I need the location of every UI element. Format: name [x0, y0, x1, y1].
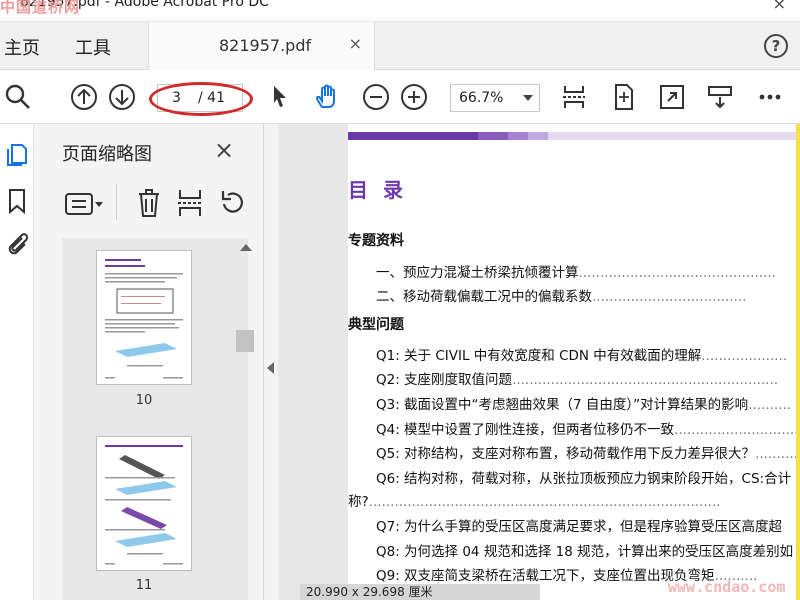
toc-section-heading: 专题资料 [348, 233, 404, 249]
toc-entry-text: Q6: 结构对称，荷载对称，从张拉顶板预应力钢束阶段开始，CS:合计 [376, 471, 792, 487]
document-viewer[interactable]: 目 录 专题资料 一、预应力混凝土桥梁抗倾覆计算................… [278, 124, 800, 600]
toc-entry[interactable]: Q7: 为什么手算的受压区高度满足要求，但是程序验算受压区高度超 [376, 515, 782, 535]
toc-title: 目 录 [348, 178, 407, 202]
chevron-down-icon [523, 95, 533, 101]
main-toolbar: 3 / 41 66.7% [0, 70, 800, 124]
thumbnail-page-11[interactable] [96, 436, 192, 571]
toc-entry-text: Q3: 截面设置中“考虑翘曲效果（7 自由度）”对计算结果的影响 [376, 397, 749, 413]
toc-leader-dots: .......... [748, 397, 792, 413]
zoom-out-icon[interactable] [362, 83, 390, 111]
toc-entry[interactable]: Q5: 对称结构，支座对称布置，移动荷载作用下反力差异很大？.......... [376, 442, 798, 462]
toc-entry[interactable]: Q4: 模型中设置了刚性连接，但两者位移仍不一致................… [376, 418, 800, 438]
fit-page-icon[interactable] [610, 83, 638, 111]
search-icon[interactable] [4, 83, 32, 111]
bookmark-icon[interactable] [4, 188, 30, 215]
toc-entry[interactable]: Q8: 为何选择 04 规范和选择 18 规范，计算出来的受压区高度差别如 [376, 540, 793, 560]
page-down-icon[interactable] [108, 83, 136, 111]
toc-leader-dots: .................... [701, 348, 788, 364]
zoom-value: 66.7% [459, 90, 504, 106]
delete-page-icon[interactable] [136, 188, 162, 218]
window-close-icon[interactable]: × [773, 0, 786, 13]
read-mode-icon[interactable] [706, 83, 734, 111]
toc-entry-text: Q2: 支座刚度取值问题 [376, 372, 513, 388]
full-screen-icon[interactable] [658, 83, 686, 111]
toc-leader-dots: ........................................… [512, 372, 779, 388]
toc-entry-text: Q8: 为何选择 04 规范和选择 18 规范，计算出来的受压区高度差别如 [376, 544, 794, 560]
page-size-status: 20.990 x 29.698 厘米 [300, 584, 540, 600]
toc-leader-dots: ........................................… [368, 494, 721, 510]
toc-header-banner [348, 132, 800, 140]
thumbnail-page-label: 11 [135, 578, 153, 593]
thumbnail-page-label: 10 [135, 393, 153, 408]
document-tab[interactable]: 821957.pdf × [148, 22, 375, 70]
toc-entry[interactable]: Q6: 结构对称，荷载对称，从张拉顶板预应力钢束阶段开始，CS:合计 [376, 467, 791, 487]
page-thumbnails-icon[interactable] [4, 142, 30, 168]
thumbnails-toolbar [34, 180, 264, 230]
toc-leader-dots: .................................... [592, 289, 747, 305]
thumbnail-scrollbar[interactable] [234, 238, 256, 600]
toc-leader-dots: .............................. [674, 422, 800, 438]
document-page: 目 录 专题资料 一、预应力混凝土桥梁抗倾覆计算................… [348, 124, 800, 600]
attachment-icon[interactable] [4, 230, 30, 256]
document-tab-close-icon[interactable]: × [349, 34, 362, 53]
toc-entry-text: Q9: 双支座简支梁桥在活载工况下，支座位置出现负弯矩 [376, 568, 715, 584]
panel-collapse-handle[interactable] [264, 124, 278, 600]
toc-entry[interactable]: Q2: 支座刚度取值问题............................… [376, 368, 778, 388]
toc-entry-text: 称? [348, 494, 369, 510]
left-rail [0, 124, 34, 600]
toc-entry[interactable]: Q3: 截面设置中“考虑翘曲效果（7 自由度）”对计算结果的影响........… [376, 393, 791, 413]
toc-entry-text: Q1: 关于 CIVIL 中有效宽度和 CDN 中有效截面的理解 [376, 348, 702, 364]
tab-home[interactable]: 主页 [4, 34, 40, 60]
toc-entry[interactable]: 一、预应力混凝土桥梁抗倾覆计算.........................… [376, 261, 776, 281]
scrolling-mode-icon[interactable] [560, 83, 588, 111]
thumbnails-panel-title: 页面缩略图 [62, 144, 152, 165]
title-bar: 821957.pdf - Adobe Acrobat Pro DC 中国道桥网 … [0, 0, 800, 22]
page-up-icon[interactable] [70, 83, 98, 111]
toc-entry[interactable]: Q1: 关于 CIVIL 中有效宽度和 CDN 中有效截面的理解........… [376, 344, 787, 364]
toc-leader-dots: ........................................… [578, 265, 776, 281]
site-watermark-top: 中国道桥网 [0, 0, 81, 16]
collapse-arrow-icon[interactable] [267, 362, 274, 374]
page-field-highlight [149, 82, 253, 116]
toc-entry[interactable]: 二、移动荷载偏载工况中的偏载系数........................… [376, 285, 747, 305]
thumbnails-close-icon[interactable]: × [214, 136, 234, 164]
thumbnail-options-icon[interactable] [64, 190, 104, 218]
thumbnails-panel: 页面缩略图 × 10 11 [34, 124, 264, 600]
toc-entry-text: Q7: 为什么手算的受压区高度满足要求，但是程序验算受压区高度超 [376, 519, 783, 535]
tab-bar: 主页 工具 821957.pdf × ? [0, 22, 800, 70]
zoom-select[interactable]: 66.7% [450, 84, 540, 112]
toc-entry-text: 一、预应力混凝土桥梁抗倾覆计算 [376, 265, 579, 281]
zoom-in-icon[interactable] [400, 83, 428, 111]
toolbar-divider [116, 184, 117, 220]
toc-leader-dots: .......... [755, 446, 798, 462]
rotate-page-icon[interactable] [218, 188, 246, 218]
thumbnail-list: 10 11 [62, 238, 248, 600]
document-tab-label: 821957.pdf [219, 36, 312, 55]
toc-section-heading: 典型问题 [348, 317, 404, 333]
tab-tools[interactable]: 工具 [75, 34, 111, 60]
thumbnail-page-10[interactable] [96, 250, 192, 385]
more-icon[interactable] [756, 83, 784, 111]
toc-entry-text: Q5: 对称结构，支座对称布置，移动荷载作用下反力差异很大？ [376, 446, 756, 462]
select-cursor-icon[interactable] [266, 83, 294, 111]
toc-entry-continuation[interactable]: 称?......................................… [348, 490, 721, 510]
toc-entry-text: Q4: 模型中设置了刚性连接，但两者位移仍不一致 [376, 422, 675, 438]
site-watermark-bottom: www.cndao.com [668, 578, 786, 596]
right-edge-strip [796, 124, 800, 600]
scroll-up-arrow-icon[interactable] [240, 244, 252, 251]
hand-tool-icon[interactable] [314, 83, 342, 111]
split-page-icon[interactable] [176, 188, 204, 218]
toc-entry-text: 二、移动荷载偏载工况中的偏载系数 [376, 289, 592, 305]
scrollbar-thumb[interactable] [236, 330, 254, 352]
help-icon[interactable]: ? [764, 34, 788, 58]
